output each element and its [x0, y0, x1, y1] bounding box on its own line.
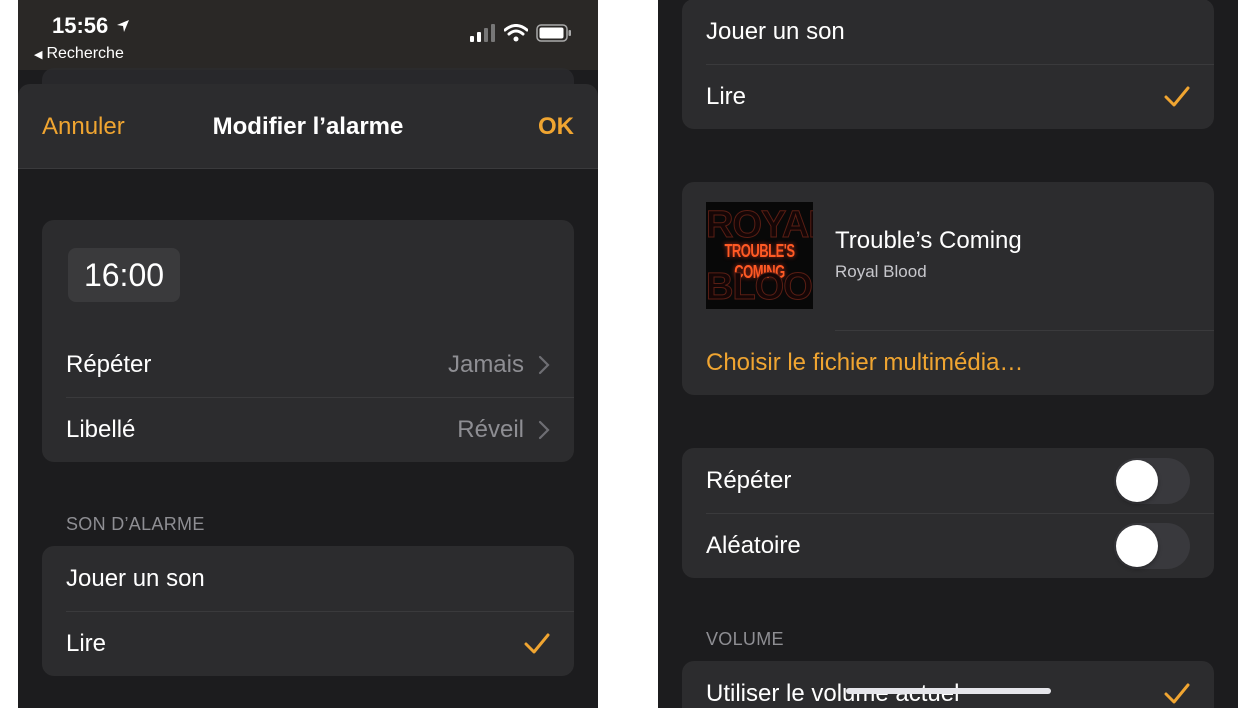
back-to-search-button[interactable]: ◀ Recherche: [34, 45, 124, 63]
playback-options-group: Répéter Aléatoire: [682, 448, 1214, 578]
use-current-volume-row[interactable]: Utiliser le volume actuel: [682, 661, 1214, 708]
location-arrow-icon: [117, 20, 130, 32]
read-row[interactable]: Lire: [42, 611, 574, 676]
chevron-right-icon: [538, 420, 550, 439]
label-label: Libellé: [66, 415, 136, 443]
toggle-knob: [1116, 524, 1158, 567]
checkmark-icon: [1164, 86, 1190, 106]
repeat-row[interactable]: Répéter Jamais: [42, 332, 574, 397]
status-bar: 15:56 ◀ Recherche: [18, 0, 598, 70]
label-row[interactable]: Libellé Réveil: [42, 397, 574, 462]
page-title: Modifier l’alarme: [212, 113, 404, 140]
repeat-label: Répéter: [66, 350, 152, 378]
status-time: 15:56: [52, 13, 130, 39]
time-picker-row: 16:00: [42, 220, 574, 332]
wifi-icon: [504, 24, 528, 42]
repeat-toggle-row: Répéter: [682, 448, 1214, 513]
media-group: ROYAL TROUBLE'S COMING BLOOD Trouble’s C…: [682, 182, 1214, 395]
alarm-sound-group: Jouer un son Lire: [42, 546, 574, 676]
home-indicator: [846, 688, 1051, 694]
volume-group: Utiliser le volume actuel: [682, 661, 1214, 708]
alarm-sound-group: Jouer un son Lire: [682, 0, 1214, 129]
shuffle-toggle[interactable]: [1114, 522, 1190, 569]
battery-icon: [536, 24, 571, 42]
shuffle-toggle-row: Aléatoire: [682, 513, 1214, 578]
repeat-toggle[interactable]: [1114, 457, 1190, 504]
status-icons: [470, 24, 572, 42]
song-title: Trouble’s Coming: [835, 227, 1022, 254]
alarm-sound-header: SON D’ALARME: [66, 514, 205, 534]
checkmark-icon: [524, 633, 550, 653]
label-value: Réveil: [457, 415, 524, 443]
nav-bar: Annuler Modifier l’alarme OK: [18, 84, 598, 169]
toggle-knob: [1116, 459, 1158, 502]
alarm-main-group: 16:00 Répéter Jamais Libellé Réveil: [42, 220, 574, 462]
play-sound-row[interactable]: Jouer un son: [682, 0, 1214, 64]
alarm-settings-content: 16:00 Répéter Jamais Libellé Réveil SON …: [18, 169, 598, 708]
alarm-edit-screen: 15:56 ◀ Recherche Annuler Modifier l’ala…: [18, 0, 598, 708]
repeat-value: Jamais: [447, 350, 524, 378]
album-art: ROYAL TROUBLE'S COMING BLOOD: [706, 202, 813, 309]
song-artist: Royal Blood: [835, 262, 927, 281]
checkmark-icon: [1164, 683, 1190, 703]
volume-header: VOLUME: [706, 629, 784, 649]
read-row[interactable]: Lire: [682, 64, 1214, 129]
time-picker[interactable]: 16:00: [68, 248, 180, 302]
choose-media-file-link[interactable]: Choisir le fichier multimédia…: [682, 330, 1214, 395]
chevron-right-icon: [538, 355, 550, 374]
play-sound-row[interactable]: Jouer un son: [42, 546, 574, 611]
alarm-sound-screen: Jouer un son Lire ROYAL TROUBLE'S COMING…: [658, 0, 1238, 708]
signal-icon: [470, 24, 495, 42]
selected-song[interactable]: ROYAL TROUBLE'S COMING BLOOD Trouble’s C…: [682, 182, 1214, 331]
ok-button[interactable]: OK: [538, 113, 574, 141]
back-triangle-icon: ◀: [34, 49, 43, 61]
